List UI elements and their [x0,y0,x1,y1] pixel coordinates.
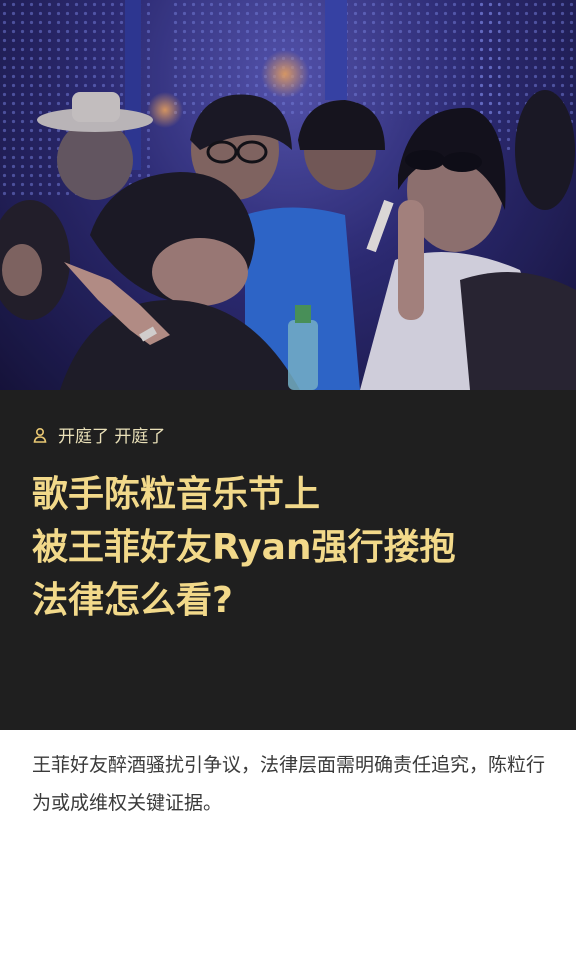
crowd-scene [0,0,576,390]
author-row[interactable]: 开庭了 开庭了 [32,422,165,447]
article-headline[interactable]: 歌手陈粒音乐节上 被王菲好友Ryan强行搂抱 法律怎么看? [32,468,552,627]
headline-line-2: 被王菲好友Ryan强行搂抱 [32,527,456,568]
headline-line-3: 法律怎么看? [32,580,233,621]
user-icon [32,427,48,443]
author-name: 开庭了 开庭了 [58,427,166,447]
concert-crowd-photo [0,0,576,390]
article-summary: 王菲好友醉酒骚扰引争议，法律层面需明确责任追究，陈粒行为或成维权关键证据。 [32,754,546,814]
headline-line-1: 歌手陈粒音乐节上 [32,474,321,515]
